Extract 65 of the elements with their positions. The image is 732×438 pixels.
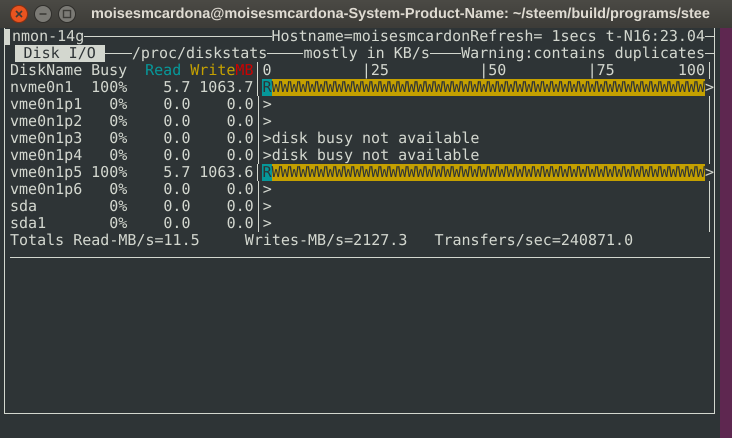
read-bar: R — [262, 79, 272, 96]
column-header: Busy — [91, 62, 128, 79]
graph-text: > — [262, 181, 272, 198]
busy-value: 0% — [108, 96, 128, 113]
read-value: 0.0 — [162, 147, 190, 164]
read-value: 0.0 — [162, 181, 190, 198]
disk-name: vme0n1p4 — [10, 147, 84, 164]
unit-label: MB — [235, 61, 254, 79]
write-value: 0.0 — [226, 113, 254, 130]
total-read: Totals Read-MB/s=11.5 — [10, 232, 201, 249]
disk-name: sda1 — [10, 215, 48, 232]
total-writes: Writes-MB/s=2127.3 — [244, 232, 408, 249]
graph-text: > — [262, 113, 272, 130]
read-bar: R — [262, 164, 272, 181]
total-transfers: Transfers/sec=240871.0 — [434, 232, 634, 249]
busy-value: 0% — [108, 130, 128, 147]
maximize-button[interactable] — [57, 4, 77, 24]
graph-text: >disk busy not available — [262, 147, 480, 164]
graph-text: >disk busy not available — [262, 130, 480, 147]
graph-text: > — [262, 96, 272, 113]
column-header: Read — [145, 62, 182, 79]
disk-name: vme0n1p1 — [10, 96, 84, 113]
read-value: 0.0 — [162, 198, 190, 215]
disk-name: sda — [10, 198, 38, 215]
write-value: 0.0 — [226, 96, 254, 113]
disk-name: vme0n1p3 — [10, 130, 84, 147]
write-value: 1063.6 — [198, 164, 254, 181]
busy-value: 0% — [108, 181, 128, 198]
overflow-marker: > — [704, 79, 714, 96]
close-button[interactable] — [9, 4, 29, 24]
busy-value: 0% — [108, 147, 128, 164]
read-value: 5.7 — [162, 79, 190, 96]
write-value: 0.0 — [226, 147, 254, 164]
write-value: 0.0 — [226, 130, 254, 147]
write-value: 1063.7 — [198, 79, 254, 96]
write-value: 0.0 — [226, 215, 254, 232]
read-value: 0.0 — [162, 130, 190, 147]
disk-name: nvme0n1 — [10, 79, 74, 96]
busy-value: 100% — [91, 164, 128, 181]
graph-text: > — [262, 198, 272, 215]
read-value: 0.0 — [162, 215, 190, 232]
busy-value: 100% — [91, 79, 128, 96]
read-value: 5.7 — [162, 164, 190, 181]
warning-text: Warning:contains duplicates — [461, 45, 705, 62]
status-text: Hostname=moisesmcardonRefresh= 1secs t-N16:23.04 — [272, 28, 705, 45]
busy-value: 0% — [108, 113, 128, 130]
busy-value: 0% — [108, 215, 128, 232]
scale-label: 0 |25 |50 |75 100 — [262, 62, 705, 79]
source-text: /proc/diskstats — [132, 45, 268, 62]
write-value: 0.0 — [226, 181, 254, 198]
write-value: 0.0 — [226, 198, 254, 215]
disk-name: vme0n1p6 — [10, 181, 84, 198]
read-value: 0.0 — [162, 96, 190, 113]
disk-name: vme0n1p2 — [10, 113, 84, 130]
column-header: Write — [190, 61, 236, 79]
read-value: 0.0 — [162, 113, 190, 130]
minimize-button[interactable] — [33, 4, 53, 24]
graph-text: > — [262, 215, 272, 232]
disk-name: vme0n1p5 — [10, 164, 84, 181]
overflow-marker: > — [704, 164, 714, 181]
window-title: moisesmcardona@moisesmcardona-System-Product-Name: ~/steem/build/programs/stee — [91, 6, 710, 22]
column-header: DiskName — [10, 62, 84, 79]
busy-value: 0% — [108, 198, 128, 215]
program-name: nmon-14g — [12, 28, 84, 45]
units-text: mostly in KB/s — [303, 45, 430, 62]
